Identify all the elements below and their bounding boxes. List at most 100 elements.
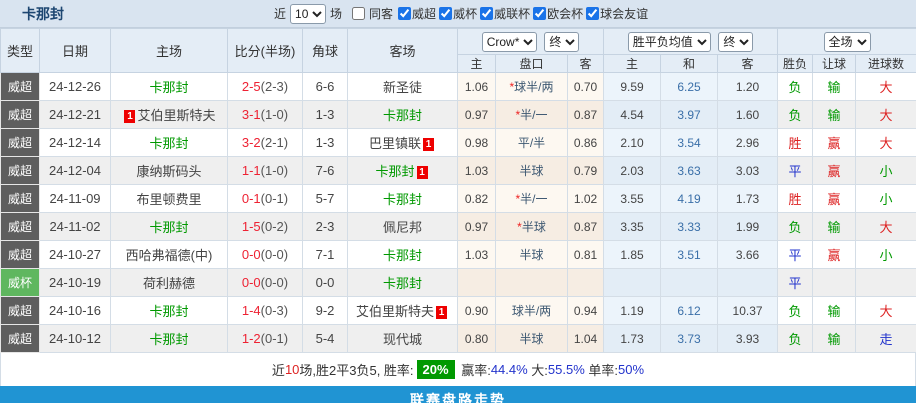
summary-part: 赢率: [457, 363, 491, 378]
away-team-cell: 现代城 [347, 324, 458, 353]
eu-draw-odds: 3.97 [660, 100, 719, 129]
eu-draw-odds: 4.19 [660, 184, 719, 213]
eu-home-odds: 1.19 [603, 296, 662, 325]
handicap-result-cell: 输 [812, 72, 857, 101]
ah-away-odds: 0.94 [566, 296, 605, 325]
ah-home-odds: 1.03 [457, 156, 496, 185]
away-team-name: 卡那封 [382, 192, 422, 207]
rank-badge: 1 [423, 138, 434, 151]
recent-count-select[interactable]: 10 [290, 3, 327, 24]
match-type-cell: 威超 [0, 184, 40, 213]
goals-result-cell: 小 [855, 184, 916, 213]
away-team-cell: 卡那封 [347, 240, 458, 269]
goals-result-cell: 大 [855, 212, 916, 241]
ah-home-odds: 0.97 [457, 212, 496, 241]
corner-cell: 7-6 [302, 156, 348, 185]
rank-badge: 1 [436, 306, 447, 319]
league-trend-title: 联赛盘路走势 [410, 392, 506, 403]
league-checkbox-4[interactable] [586, 7, 600, 20]
away-team-cell: 卡那封 1 [347, 156, 458, 185]
handicap-result-cell: 赢 [812, 240, 857, 269]
eu-home-odds: 2.03 [603, 156, 662, 185]
sub-header-eu-away: 客 [717, 54, 779, 73]
ah-line: 平/半 [495, 128, 568, 157]
home-team-name: 康纳斯码头 [136, 164, 202, 179]
league-checkbox-3[interactable] [533, 7, 547, 20]
match-date: 24-10-16 [39, 296, 111, 325]
filter-bar: 卡那封 近 10 场 同客 威超 威杯 威联杯 欧会杯 球会友谊 [0, 0, 916, 28]
score-cell: 1-4(0-3) [227, 296, 303, 325]
avg-odds-select[interactable]: 胜平负均值 [627, 31, 711, 52]
home-team-name: 卡那封 [149, 80, 189, 95]
match-row: 威杯 24-10-19 荷利赫德 0-0(0-0) 0-0 卡那封 平 [0, 268, 916, 297]
same-opponent-checkbox[interactable] [352, 7, 366, 20]
match-row: 威超 24-10-27 西哈弗福德(中) 0-0(0-0) 7-1 卡那封 1.… [0, 240, 916, 269]
scope-select[interactable]: 全场 [823, 31, 871, 52]
odds-stage-select[interactable]: 终 [544, 31, 580, 52]
score-cell: 3-2(2-1) [227, 128, 303, 157]
ah-select-cell: Crow* 终 [456, 28, 605, 55]
match-type-cell: 威超 [0, 100, 40, 129]
away-team-name: 艾伯里斯特夫 [355, 304, 434, 319]
league-checkbox-1[interactable] [439, 7, 453, 20]
home-team-name: 布里顿费里 [136, 192, 202, 207]
rank-badge: 1 [416, 166, 428, 179]
eu-home-odds [603, 268, 662, 297]
col-header-type: 类型 [0, 28, 40, 73]
eu-draw-odds: 3.63 [660, 156, 719, 185]
eu-draw-odds [660, 268, 719, 297]
league-checkbox-0[interactable] [398, 7, 412, 20]
ah-home-odds: 0.80 [457, 324, 496, 353]
away-team-cell: 佩尼邦 [347, 212, 458, 241]
score-cell: 0-0(0-0) [227, 268, 303, 297]
result-cell: 负 [777, 72, 814, 101]
league-checkbox-2[interactable] [480, 7, 494, 20]
corner-cell: 1-3 [302, 100, 348, 129]
corner-cell: 9-2 [302, 296, 348, 325]
eu-home-odds: 3.55 [603, 184, 662, 213]
away-team-cell: 新圣徒 [347, 72, 458, 101]
result-cell: 胜 [777, 184, 814, 213]
handicap-result-cell: 赢 [812, 156, 857, 185]
ah-line: *半球 [495, 212, 568, 241]
ah-away-odds: 0.81 [566, 240, 605, 269]
home-team-name: 卡那封 [149, 304, 189, 319]
handicap-result-cell: 输 [812, 296, 857, 325]
match-type-cell: 威超 [0, 240, 40, 269]
eu-draw-odds: 3.33 [660, 212, 719, 241]
eu-away-odds: 1.73 [717, 184, 779, 213]
result-cell: 负 [777, 324, 814, 353]
ah-home-odds: 1.03 [457, 240, 496, 269]
eu-away-odds: 2.96 [717, 128, 779, 157]
ah-home-odds: 0.82 [457, 184, 496, 213]
match-history-panel: 卡那封 近 10 场 同客 威超 威杯 威联杯 欧会杯 球会友谊 类型 日期 主… [0, 0, 916, 403]
away-team-cell: 卡那封 [347, 184, 458, 213]
ah-away-odds: 1.04 [566, 324, 605, 353]
eu-home-odds: 3.35 [603, 212, 662, 241]
away-team-name: 现代城 [382, 332, 422, 347]
away-team-name: 卡那封 [382, 108, 422, 123]
match-type-cell: 威杯 [0, 268, 40, 297]
score-cell: 1-2(0-1) [227, 324, 303, 353]
same-opponent-label: 同客 [369, 7, 394, 21]
summary-part: 10 [284, 362, 300, 377]
eu-draw-odds: 3.54 [660, 128, 719, 157]
corner-cell: 1-3 [302, 128, 348, 157]
summary-part: 单率: [584, 363, 619, 378]
avg-stage-select[interactable]: 终 [718, 31, 754, 52]
away-team-cell: 卡那封 [347, 100, 458, 129]
away-team-name: 卡那封 [382, 276, 422, 291]
league-filter-4: 球会友谊 [583, 5, 648, 22]
eu-away-odds [717, 268, 779, 297]
match-type-cell: 威超 [0, 324, 40, 353]
eu-away-odds: 3.66 [717, 240, 779, 269]
result-cell: 胜 [777, 128, 814, 157]
handicap-result-cell: 赢 [812, 184, 857, 213]
league-trend-section-header: 联赛盘路走势 [0, 386, 916, 403]
odds-company-select[interactable]: Crow* [481, 31, 537, 52]
home-team-cell: 荷利赫德 [110, 268, 228, 297]
eu-away-odds: 3.03 [717, 156, 779, 185]
sub-header-ah-line: 盘口 [495, 54, 568, 73]
corner-cell: 2-3 [302, 212, 348, 241]
away-team-cell: 艾伯里斯特夫 1 [347, 296, 458, 325]
